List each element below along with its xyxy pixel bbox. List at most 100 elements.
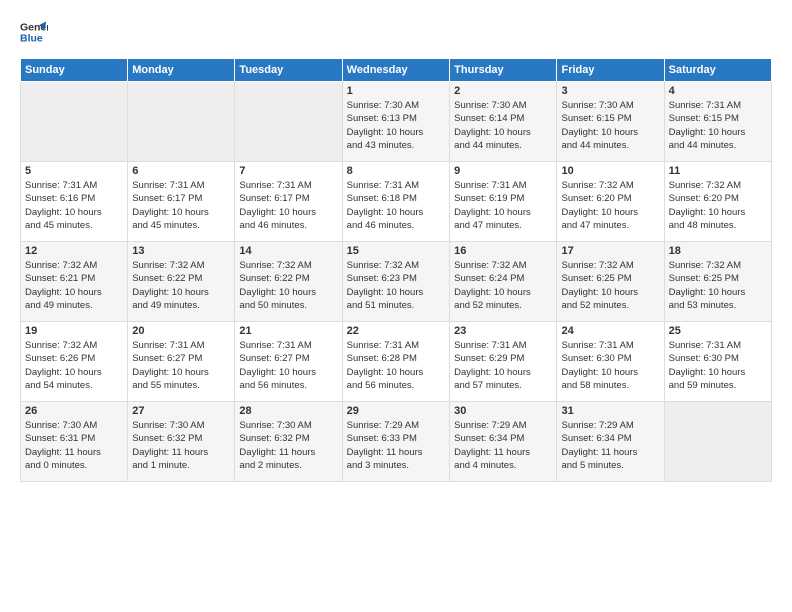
calendar-container: General Blue SundayMondayTuesdayWednesda… <box>0 0 792 492</box>
calendar-week-row: 5Sunrise: 7:31 AM Sunset: 6:16 PM Daylig… <box>21 162 772 242</box>
calendar-cell: 1 Sunrise: 7:30 AM Sunset: 6:13 PM Daylig… <box>342 82 449 162</box>
day-info: Sunrise: 7:32 AM Sunset: 6:22 PM Dayligh… <box>239 259 337 312</box>
day-info: Sunrise: 7:30 AM Sunset: 6:32 PM Dayligh… <box>239 419 337 472</box>
logo: General Blue <box>20 18 48 46</box>
day-info: Sunrise: 7:31 AM Sunset: 6:27 PM Dayligh… <box>239 339 337 392</box>
day-info: Sunrise: 7:31 AM Sunset: 6:30 PM Dayligh… <box>561 339 659 392</box>
weekday-header-wednesday: Wednesday <box>342 59 449 82</box>
day-number: 23 <box>454 325 552 337</box>
day-info: Sunrise: 7:31 AM Sunset: 6:27 PM Dayligh… <box>132 339 230 392</box>
day-number: 4 <box>669 85 767 97</box>
day-number: 26 <box>25 405 123 417</box>
calendar-cell <box>664 402 771 482</box>
day-number: 24 <box>561 325 659 337</box>
day-number: 16 <box>454 245 552 257</box>
calendar-week-row: 19 Sunrise: 7:32 AM Sunset: 6:26 PM Dayli… <box>21 322 772 402</box>
day-number: 18 <box>669 245 767 257</box>
calendar-cell: 22 Sunrise: 7:31 AM Sunset: 6:28 PM Dayli… <box>342 322 449 402</box>
day-info: Sunrise: 7:32 AM Sunset: 6:23 PM Dayligh… <box>347 259 445 312</box>
calendar-cell: 19 Sunrise: 7:32 AM Sunset: 6:26 PM Dayli… <box>21 322 128 402</box>
day-number: 28 <box>239 405 337 417</box>
day-info: Sunrise: 7:32 AM Sunset: 6:20 PM Dayligh… <box>669 179 767 232</box>
day-info: Sunrise: 7:31 AM Sunset: 6:15 PM Dayligh… <box>669 99 767 152</box>
day-number: 3 <box>561 85 659 97</box>
day-number: 29 <box>347 405 445 417</box>
calendar-week-row: 1 Sunrise: 7:30 AM Sunset: 6:13 PM Daylig… <box>21 82 772 162</box>
calendar-cell: 28 Sunrise: 7:30 AM Sunset: 6:32 PM Dayli… <box>235 402 342 482</box>
calendar-cell: 10 Sunrise: 7:32 AM Sunset: 6:20 PM Dayli… <box>557 162 664 242</box>
day-number: 12 <box>25 245 123 257</box>
day-number: 8 <box>347 165 445 177</box>
day-info: Sunrise: 7:30 AM Sunset: 6:32 PM Dayligh… <box>132 419 230 472</box>
day-number: 25 <box>669 325 767 337</box>
calendar-cell <box>128 82 235 162</box>
day-info: Sunrise: 7:32 AM Sunset: 6:25 PM Dayligh… <box>561 259 659 312</box>
calendar-cell: 7 Sunrise: 7:31 AM Sunset: 6:17 PM Daylig… <box>235 162 342 242</box>
calendar-week-row: 12 Sunrise: 7:32 AM Sunset: 6:21 PM Dayli… <box>21 242 772 322</box>
calendar-cell: 17 Sunrise: 7:32 AM Sunset: 6:25 PM Dayli… <box>557 242 664 322</box>
day-number: 10 <box>561 165 659 177</box>
day-number: 2 <box>454 85 552 97</box>
calendar-cell: 18Sunrise: 7:32 AM Sunset: 6:25 PM Dayli… <box>664 242 771 322</box>
calendar-cell: 24 Sunrise: 7:31 AM Sunset: 6:30 PM Dayli… <box>557 322 664 402</box>
calendar-cell: 20 Sunrise: 7:31 AM Sunset: 6:27 PM Dayli… <box>128 322 235 402</box>
day-info: Sunrise: 7:31 AM Sunset: 6:29 PM Dayligh… <box>454 339 552 392</box>
calendar-cell: 12 Sunrise: 7:32 AM Sunset: 6:21 PM Dayli… <box>21 242 128 322</box>
calendar-cell: 14 Sunrise: 7:32 AM Sunset: 6:22 PM Dayli… <box>235 242 342 322</box>
day-number: 14 <box>239 245 337 257</box>
day-number: 20 <box>132 325 230 337</box>
day-number: 30 <box>454 405 552 417</box>
day-number: 27 <box>132 405 230 417</box>
day-number: 31 <box>561 405 659 417</box>
day-number: 5 <box>25 165 123 177</box>
day-info: Sunrise: 7:30 AM Sunset: 6:14 PM Dayligh… <box>454 99 552 152</box>
day-number: 1 <box>347 85 445 97</box>
calendar-cell: 26 Sunrise: 7:30 AM Sunset: 6:31 PM Dayli… <box>21 402 128 482</box>
day-number: 6 <box>132 165 230 177</box>
day-info: Sunrise: 7:31 AM Sunset: 6:17 PM Dayligh… <box>132 179 230 232</box>
weekday-header-thursday: Thursday <box>450 59 557 82</box>
calendar-header: General Blue <box>20 18 772 46</box>
weekday-header-tuesday: Tuesday <box>235 59 342 82</box>
calendar-cell: 15 Sunrise: 7:32 AM Sunset: 6:23 PM Dayli… <box>342 242 449 322</box>
calendar-table: SundayMondayTuesdayWednesdayThursdayFrid… <box>20 58 772 482</box>
day-info: Sunrise: 7:32 AM Sunset: 6:21 PM Dayligh… <box>25 259 123 312</box>
svg-text:Blue: Blue <box>20 33 43 45</box>
logo-icon: General Blue <box>20 18 48 46</box>
calendar-cell <box>21 82 128 162</box>
day-number: 9 <box>454 165 552 177</box>
calendar-cell: 23 Sunrise: 7:31 AM Sunset: 6:29 PM Dayli… <box>450 322 557 402</box>
calendar-cell: 25 Sunrise: 7:31 AM Sunset: 6:30 PM Dayli… <box>664 322 771 402</box>
day-info: Sunrise: 7:29 AM Sunset: 6:33 PM Dayligh… <box>347 419 445 472</box>
day-number: 19 <box>25 325 123 337</box>
weekday-header-friday: Friday <box>557 59 664 82</box>
day-info: Sunrise: 7:32 AM Sunset: 6:24 PM Dayligh… <box>454 259 552 312</box>
day-number: 7 <box>239 165 337 177</box>
day-number: 22 <box>347 325 445 337</box>
calendar-cell: 9 Sunrise: 7:31 AM Sunset: 6:19 PM Daylig… <box>450 162 557 242</box>
day-info: Sunrise: 7:30 AM Sunset: 6:31 PM Dayligh… <box>25 419 123 472</box>
day-number: 13 <box>132 245 230 257</box>
day-number: 15 <box>347 245 445 257</box>
calendar-cell: 11 Sunrise: 7:32 AM Sunset: 6:20 PM Dayli… <box>664 162 771 242</box>
calendar-cell <box>235 82 342 162</box>
day-number: 17 <box>561 245 659 257</box>
calendar-cell: 13Sunrise: 7:32 AM Sunset: 6:22 PM Dayli… <box>128 242 235 322</box>
day-info: Sunrise: 7:32 AM Sunset: 6:20 PM Dayligh… <box>561 179 659 232</box>
calendar-cell: 4 Sunrise: 7:31 AM Sunset: 6:15 PM Daylig… <box>664 82 771 162</box>
calendar-cell: 21Sunrise: 7:31 AM Sunset: 6:27 PM Dayli… <box>235 322 342 402</box>
day-info: Sunrise: 7:31 AM Sunset: 6:19 PM Dayligh… <box>454 179 552 232</box>
day-info: Sunrise: 7:31 AM Sunset: 6:17 PM Dayligh… <box>239 179 337 232</box>
calendar-cell: 8Sunrise: 7:31 AM Sunset: 6:18 PM Daylig… <box>342 162 449 242</box>
day-info: Sunrise: 7:30 AM Sunset: 6:15 PM Dayligh… <box>561 99 659 152</box>
day-info: Sunrise: 7:31 AM Sunset: 6:30 PM Dayligh… <box>669 339 767 392</box>
day-info: Sunrise: 7:32 AM Sunset: 6:26 PM Dayligh… <box>25 339 123 392</box>
day-info: Sunrise: 7:30 AM Sunset: 6:13 PM Dayligh… <box>347 99 445 152</box>
day-info: Sunrise: 7:31 AM Sunset: 6:28 PM Dayligh… <box>347 339 445 392</box>
calendar-cell: 30Sunrise: 7:29 AM Sunset: 6:34 PM Dayli… <box>450 402 557 482</box>
weekday-header-saturday: Saturday <box>664 59 771 82</box>
calendar-cell: 3 Sunrise: 7:30 AM Sunset: 6:15 PM Daylig… <box>557 82 664 162</box>
day-number: 11 <box>669 165 767 177</box>
weekday-header-monday: Monday <box>128 59 235 82</box>
calendar-cell: 6 Sunrise: 7:31 AM Sunset: 6:17 PM Daylig… <box>128 162 235 242</box>
